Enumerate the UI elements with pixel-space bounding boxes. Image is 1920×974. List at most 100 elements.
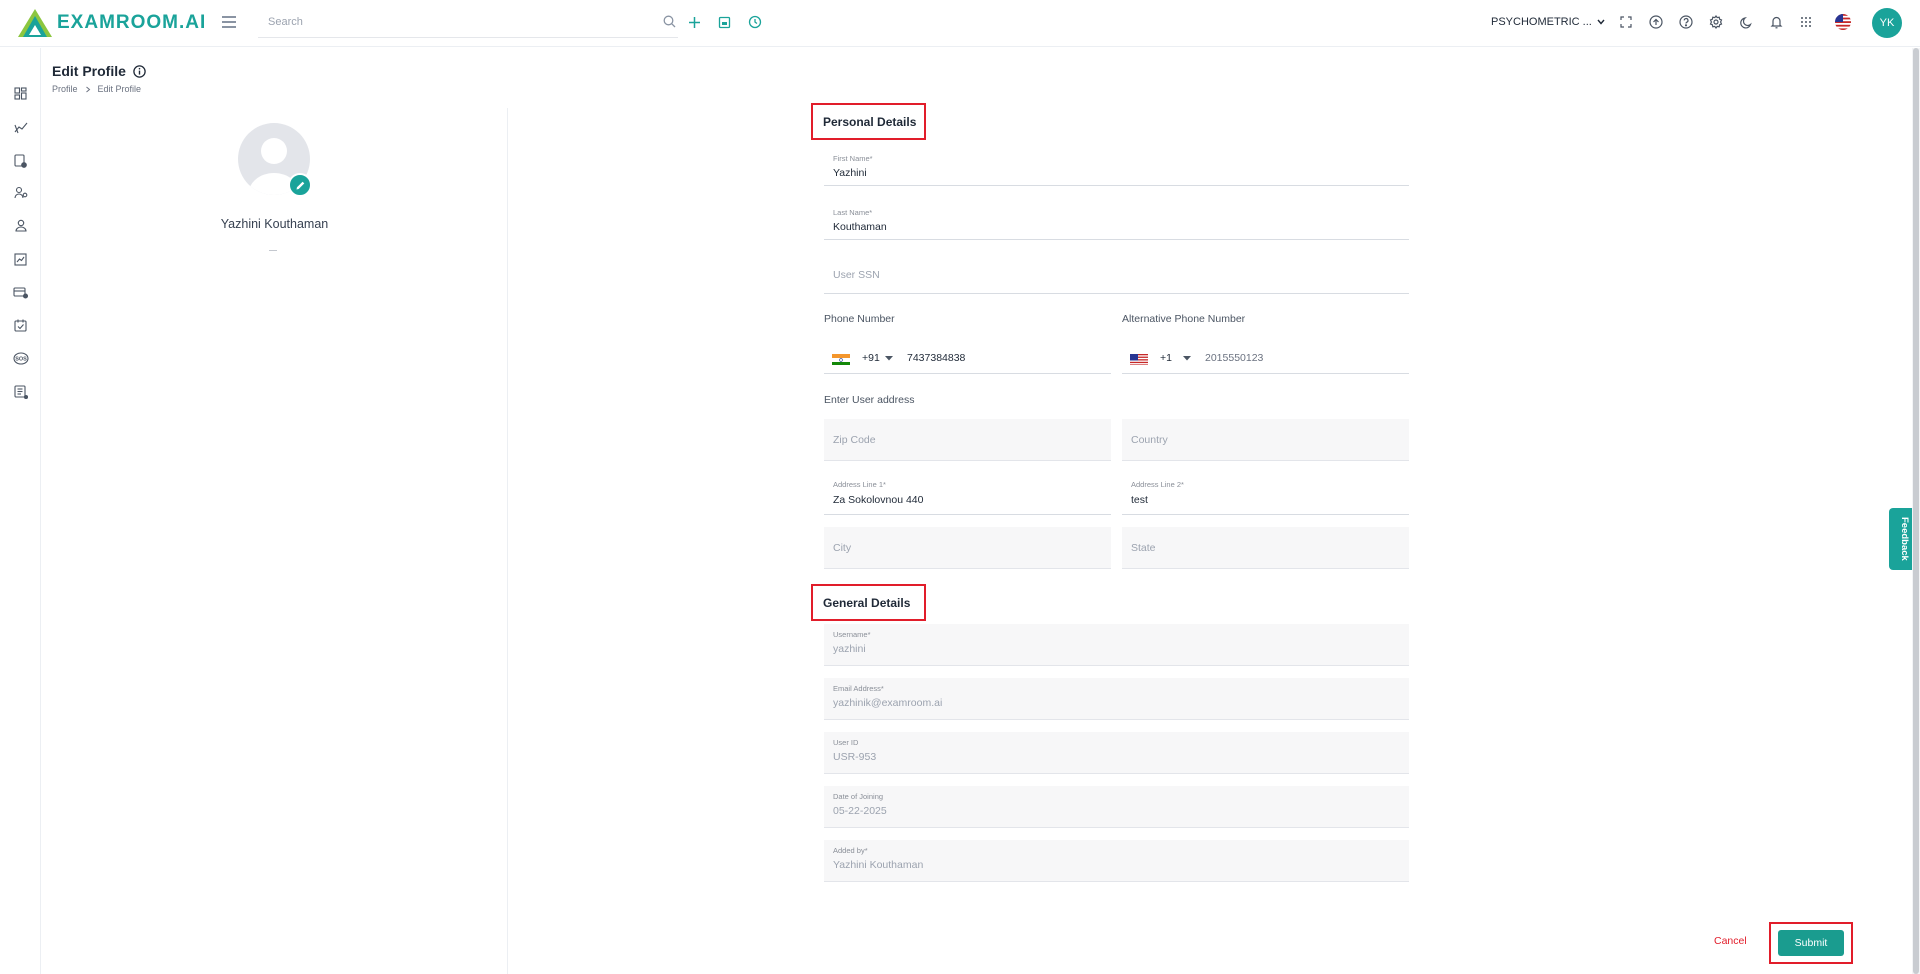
general-details-heading: General Details [811,584,926,621]
help-icon[interactable] [1677,13,1695,31]
address-line-1-value: Za Sokolovnou 440 [833,494,924,506]
sos-icon[interactable]: SOS [12,350,29,367]
alt-phone-number-field[interactable]: +1 2015550123 [1122,344,1409,374]
notification-bell-icon[interactable] [1767,13,1785,31]
user-address-label: Enter User address [824,394,915,406]
top-header: EXAMROOM.AI PSYCHOMETRIC ... YK [0,0,1920,47]
email-field: Email Address* yazhinik@examroom.ai [824,678,1409,720]
state-placeholder: State [1131,541,1156,554]
city-field[interactable]: City [824,527,1111,569]
phone-number-label: Phone Number [824,313,895,325]
address-line-1-field[interactable]: Address Line 1* Za Sokolovnou 440 [824,473,1111,515]
user-id-value: USR-953 [833,751,877,763]
profile-name: Yazhini Kouthaman [220,217,329,231]
email-value: yazhinik@examroom.ai [833,697,943,709]
caret-down-icon [1182,355,1191,360]
chevron-down-icon [1597,19,1605,25]
user-id-label: User ID [833,738,859,747]
saved-icon[interactable] [715,13,733,31]
exam-settings-icon[interactable] [12,152,29,169]
us-flag-icon [1130,353,1148,365]
dashboard-icon[interactable] [12,85,29,102]
user-group-icon[interactable] [12,184,29,201]
address-line-2-field[interactable]: Address Line 2* test [1122,473,1409,515]
personal-details-title: Personal Details [823,114,917,129]
settings-icon[interactable] [1707,13,1725,31]
breadcrumb-current: Edit Profile [97,84,142,94]
history-icon[interactable] [746,13,764,31]
added-by-value: Yazhini Kouthaman [833,859,924,871]
search-icon[interactable] [663,15,676,33]
vertical-scrollbar[interactable] [1912,48,1920,974]
breadcrumb-profile-link[interactable]: Profile [52,84,78,94]
country-code-selector[interactable]: +91 [862,352,893,364]
apps-grid-icon[interactable] [1797,13,1815,31]
phone-number-value: 7437384838 [907,352,966,364]
cancel-button[interactable]: Cancel [1714,935,1747,947]
email-label: Email Address* [833,684,884,693]
page-title-text: Edit Profile [52,63,126,79]
first-name-label: First Name* [833,154,873,163]
billing-icon[interactable] [12,284,29,301]
phone-number-field[interactable]: +91 7437384838 [824,344,1111,374]
organization-selector[interactable]: PSYCHOMETRIC ... [1491,16,1605,28]
user-ssn-placeholder: User SSN [833,268,880,281]
reports-icon[interactable] [12,251,29,268]
alt-phone-number-label: Alternative Phone Number [1122,313,1246,325]
user-ssn-field[interactable]: User SSN [824,256,1409,294]
search-input[interactable] [258,8,638,36]
divider [269,250,277,251]
last-name-label: Last Name* [833,208,873,217]
zip-code-placeholder: Zip Code [833,433,876,446]
profile-summary-panel: Yazhini Kouthaman [52,108,508,974]
state-field[interactable]: State [1122,527,1409,569]
user-avatar[interactable]: YK [1872,8,1902,38]
address-line-2-label: Address Line 2* [1131,480,1184,489]
feedback-label: Feedback [1899,517,1910,561]
last-name-field[interactable]: Last Name* Kouthaman [824,202,1409,240]
date-of-joining-label: Date of Joining [833,792,884,801]
added-by-label: Added by* [833,846,868,855]
first-name-value: Yazhini [833,167,867,179]
user-id-field: User ID USR-953 [824,732,1409,774]
date-of-joining-field: Date of Joining 05-22-2025 [824,786,1409,828]
upload-icon[interactable] [1647,13,1665,31]
last-name-value: Kouthaman [833,221,887,233]
breadcrumb: Profile Edit Profile [52,84,141,94]
logo-text: EXAMROOM.AI [57,12,207,33]
alt-country-code-selector[interactable]: +1 [1160,352,1191,364]
address-line-1-label: Address Line 1* [833,480,886,489]
submit-highlight: Submit [1769,922,1853,964]
dark-mode-icon[interactable] [1737,13,1755,31]
us-flag-language-icon[interactable] [1834,13,1852,31]
country-field[interactable]: Country [1122,419,1409,461]
sidebar-rail: SOS [0,48,41,974]
fullscreen-icon[interactable] [1617,13,1635,31]
city-placeholder: City [833,541,852,554]
organization-name: PSYCHOMETRIC ... [1491,16,1592,28]
calendar-check-icon[interactable] [12,317,29,334]
caret-down-icon [884,355,893,360]
edit-avatar-button[interactable] [288,173,312,197]
examroom-logo[interactable]: EXAMROOM.AI [17,8,206,38]
zip-code-field[interactable]: Zip Code [824,419,1111,461]
add-icon[interactable] [685,13,703,31]
pencil-icon [296,181,304,189]
country-code-value: +91 [862,352,880,364]
svg-text:SOS: SOS [15,357,27,363]
info-icon[interactable] [133,64,146,78]
submit-button[interactable]: Submit [1778,930,1844,956]
india-flag-icon [832,353,850,365]
document-list-icon[interactable] [12,383,29,400]
added-by-field: Added by* Yazhini Kouthaman [824,840,1409,882]
first-name-field[interactable]: First Name* Yazhini [824,148,1409,186]
user-icon[interactable] [12,217,29,234]
analytics-icon[interactable] [12,119,29,136]
alt-phone-number-value: 2015550123 [1205,352,1264,364]
username-value: yazhini [833,643,866,655]
general-details-title: General Details [823,595,911,610]
country-placeholder: Country [1131,433,1168,446]
menu-toggle-icon[interactable] [222,16,236,28]
chevron-right-icon [85,86,90,92]
alt-country-code-value: +1 [1160,352,1172,364]
